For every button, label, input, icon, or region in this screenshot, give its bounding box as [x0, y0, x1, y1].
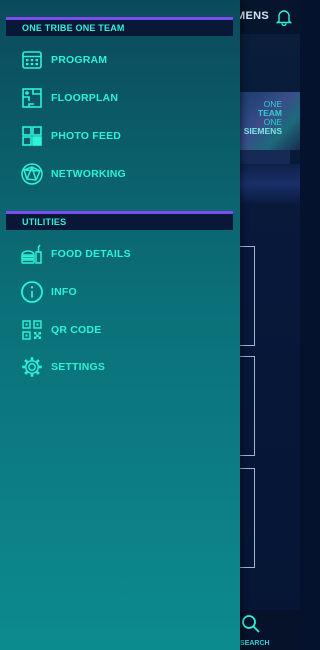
menu-item-label: QR CODE: [51, 324, 102, 336]
info-icon: [20, 280, 44, 304]
content-card[interactable]: [240, 356, 255, 456]
menu-item-label: FLOORPLAN: [51, 92, 119, 104]
menu-item-label: SETTINGS: [51, 361, 106, 373]
gear-icon: [20, 355, 44, 379]
navigation-drawer: ONE TRIBE ONE TEAM PROGRAM FLOORPLAN PHO…: [0, 0, 240, 650]
banner-text: ONE TEAM ONE SIEMENS: [244, 100, 282, 136]
section-header: UTILITIES: [6, 211, 233, 230]
section-title: UTILITIES: [22, 217, 67, 227]
network-globe-icon: [20, 162, 44, 186]
menu-item-label: FOOD DETAILS: [51, 248, 131, 260]
banner-strip: [240, 150, 290, 164]
search-label: SEARCH: [240, 640, 270, 647]
app-title: MENS: [236, 10, 269, 22]
food-icon: [20, 242, 44, 266]
calendar-icon: [20, 48, 44, 72]
menu-item-label: PROGRAM: [51, 54, 108, 66]
menu-item-program[interactable]: PROGRAM: [18, 46, 228, 74]
section-header: ONE TRIBE ONE TEAM: [6, 17, 233, 36]
floorplan-icon: [20, 86, 44, 110]
content-card[interactable]: [240, 468, 255, 568]
banner-line-4: SIEMENS: [243, 126, 282, 136]
menu-item-label: INFO: [51, 286, 77, 298]
menu-item-qr-code[interactable]: QR CODE: [18, 316, 228, 344]
menu-item-settings[interactable]: SETTINGS: [18, 353, 228, 381]
menu-item-photo-feed[interactable]: PHOTO FEED: [18, 122, 228, 150]
menu-item-label: PHOTO FEED: [51, 130, 122, 142]
qr-code-icon: [20, 318, 44, 342]
menu-item-floorplan[interactable]: FLOORPLAN: [18, 84, 228, 112]
search-icon[interactable]: [241, 614, 261, 634]
menu-item-label: NETWORKING: [51, 168, 126, 180]
content-card[interactable]: [240, 246, 255, 346]
grid-icon: [20, 124, 44, 148]
menu-item-info[interactable]: INFO: [18, 278, 228, 306]
menu-item-food-details[interactable]: FOOD DETAILS: [18, 240, 228, 268]
menu-item-networking[interactable]: NETWORKING: [18, 160, 228, 188]
section-title: ONE TRIBE ONE TEAM: [22, 23, 125, 33]
bell-icon[interactable]: [276, 8, 292, 26]
decorative-wave: [240, 164, 300, 204]
